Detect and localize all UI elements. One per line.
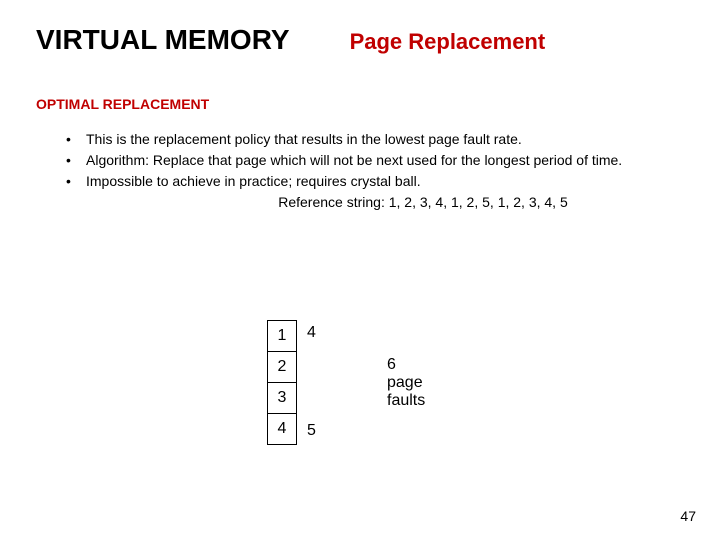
frame-column-1: 1 2 3 4 [267, 320, 297, 445]
page-number: 47 [680, 508, 696, 524]
main-title: VIRTUAL MEMORY [36, 24, 290, 56]
frame-cell: 2 [267, 351, 297, 383]
reference-string: Reference string: 1, 2, 3, 4, 1, 2, 5, 1… [62, 193, 684, 212]
frame-cell: 4 [267, 413, 297, 445]
section-title: OPTIMAL REPLACEMENT [0, 56, 720, 112]
replacement-value-top: 4 [307, 324, 316, 342]
frame-cell: 3 [267, 382, 297, 414]
bullet-list: This is the replacement policy that resu… [0, 112, 720, 212]
bullet-item: Algorithm: Replace that page which will … [62, 151, 684, 170]
frame-cell: 1 [267, 320, 297, 352]
replacement-value-bottom: 5 [307, 422, 316, 440]
bullet-item: Impossible to achieve in practice; requi… [62, 172, 684, 191]
page-faults-label: 6 page faults [387, 356, 425, 410]
bullet-item: This is the replacement policy that resu… [62, 130, 684, 149]
slide-header: VIRTUAL MEMORY Page Replacement [0, 0, 720, 56]
subtitle: Page Replacement [350, 29, 546, 55]
